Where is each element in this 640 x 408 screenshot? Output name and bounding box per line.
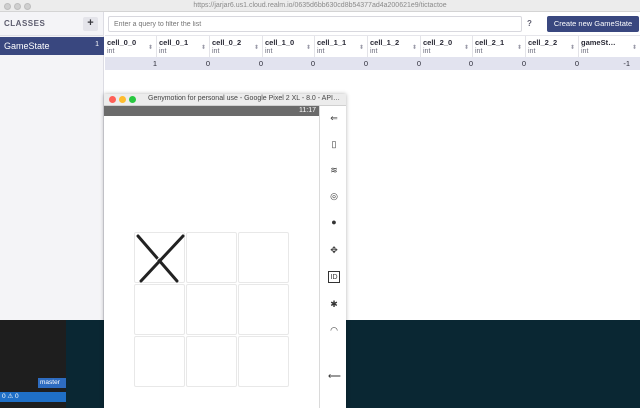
column-name: cell_1_1 [317, 38, 347, 47]
table-cell[interactable]: 0 [206, 59, 210, 68]
wifi-icon[interactable]: ≋ [328, 164, 340, 176]
sort-icon[interactable]: ⬍ [359, 44, 364, 51]
ide-window-fragment: master 0 ⚠ 0 [0, 320, 66, 408]
column-name: cell_2_0 [423, 38, 453, 47]
column-type: int [370, 48, 378, 55]
query-bar: ? Create new GameState [105, 12, 640, 36]
column-type: int [107, 48, 115, 55]
help-button[interactable]: ? [527, 19, 532, 28]
board-cell[interactable] [134, 232, 185, 283]
column-type: int [265, 48, 273, 55]
sidebar-item-label: GameState [4, 41, 50, 51]
settings-icon[interactable]: ✱ [328, 298, 340, 310]
column-name: cell_2_1 [475, 38, 505, 47]
rss-icon[interactable]: ◠ [328, 324, 340, 336]
close-dot-icon[interactable] [109, 96, 116, 103]
back-arrow-icon[interactable]: ⇐ [328, 112, 340, 124]
emulator-titlebar: Genymotion for personal use - Google Pix… [104, 94, 346, 106]
move-icon[interactable]: ✥ [328, 244, 340, 256]
column-name: cell_0_2 [212, 38, 242, 47]
classes-header: CLASSES + [0, 12, 104, 36]
emulator-toolbar: ⇐ ▯ ≋ ◎ ● ✥ ID ✱ ◠ ⟵ [319, 106, 346, 408]
board-cell[interactable] [238, 284, 289, 335]
column-name: cell_1_2 [370, 38, 400, 47]
table-cell[interactable]: 1 [153, 59, 157, 68]
column-type: int [159, 48, 167, 55]
browser-titlebar: https://jarjar6.us1.cloud.realm.io/0635d… [0, 0, 640, 12]
ide-status-bar[interactable]: 0 ⚠ 0 [0, 392, 66, 402]
board-cell[interactable] [134, 336, 185, 387]
classes-sidebar: CLASSES + GameState 1 [0, 12, 104, 320]
camera-icon[interactable]: ◎ [328, 190, 340, 202]
android-status-bar: 11:17 [104, 106, 319, 116]
sort-icon[interactable]: ⬍ [517, 44, 522, 51]
status-time: 11:17 [299, 107, 316, 114]
column-name: cell_0_0 [107, 38, 137, 47]
minimize-dot-icon[interactable] [119, 96, 126, 103]
classes-title: CLASSES [4, 19, 46, 28]
tictactoe-board [134, 232, 290, 388]
android-screen[interactable] [104, 116, 319, 408]
board-cell[interactable] [134, 284, 185, 335]
board-cell[interactable] [186, 284, 237, 335]
table-cell[interactable]: 0 [575, 59, 579, 68]
browser-url[interactable]: https://jarjar6.us1.cloud.realm.io/0635d… [0, 1, 640, 11]
table-cell[interactable]: 0 [311, 59, 315, 68]
board-cell[interactable] [186, 232, 237, 283]
sort-icon[interactable]: ⬍ [412, 44, 417, 51]
sort-icon[interactable]: ⬍ [306, 44, 311, 51]
add-class-button[interactable]: + [83, 17, 98, 31]
sort-icon[interactable]: ⬍ [254, 44, 259, 51]
genymotion-window: Genymotion for personal use - Google Pix… [104, 94, 346, 408]
column-type: int [423, 48, 431, 55]
nav-back-icon[interactable]: ⟵ [328, 370, 341, 382]
table-cell[interactable]: -1 [623, 59, 630, 68]
table-row[interactable]: 1 0 0 0 0 0 0 0 0 -1 [105, 57, 640, 70]
table-cell[interactable]: 0 [469, 59, 473, 68]
column-type: int [581, 48, 589, 55]
column-name: cell_0_1 [159, 38, 189, 47]
board-cell[interactable] [186, 336, 237, 387]
emulator-title: Genymotion for personal use - Google Pix… [148, 95, 340, 102]
sidebar-item-count: 1 [95, 41, 99, 48]
column-type: int [528, 48, 536, 55]
table-cell[interactable]: 0 [417, 59, 421, 68]
column-type: int [212, 48, 220, 55]
capture-icon[interactable]: ● [328, 216, 340, 228]
query-input[interactable] [108, 16, 522, 32]
column-name: gameSt… [581, 38, 616, 47]
table-cell[interactable]: 0 [259, 59, 263, 68]
zoom-dot-icon[interactable] [129, 96, 136, 103]
column-name: cell_2_2 [528, 38, 558, 47]
column-name: cell_1_0 [265, 38, 295, 47]
board-cell[interactable] [238, 232, 289, 283]
battery-icon[interactable]: ▯ [328, 138, 340, 150]
table-cell[interactable]: 0 [364, 59, 368, 68]
sidebar-item-gamestate[interactable]: GameState 1 [0, 37, 104, 55]
sort-icon[interactable]: ⬍ [632, 44, 637, 51]
column-type: int [475, 48, 483, 55]
sort-icon[interactable]: ⬍ [148, 44, 153, 51]
sort-icon[interactable]: ⬍ [201, 44, 206, 51]
create-object-button[interactable]: Create new GameState [547, 16, 639, 32]
table-cell[interactable]: 0 [522, 59, 526, 68]
sort-icon[interactable]: ⬍ [570, 44, 575, 51]
id-icon[interactable]: ID [328, 271, 340, 283]
column-type: int [317, 48, 325, 55]
sort-icon[interactable]: ⬍ [464, 44, 469, 51]
board-cell[interactable] [238, 336, 289, 387]
git-branch-indicator[interactable]: master [38, 378, 66, 388]
x-mark-icon [136, 234, 185, 283]
